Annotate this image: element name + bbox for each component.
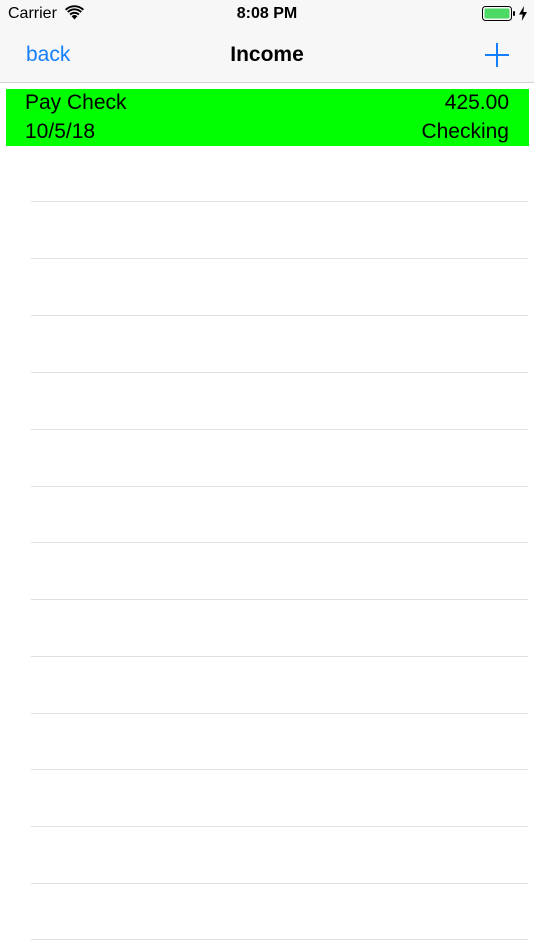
row-separator	[31, 315, 528, 316]
row-separator	[31, 372, 528, 373]
row-separator	[31, 201, 528, 202]
page-title: Income	[230, 43, 304, 66]
table-row[interactable]: Pay Check 425.00 10/5/18 Checking	[6, 89, 529, 146]
status-bar: Carrier 8:08 PM	[0, 0, 534, 27]
row-separator	[31, 542, 528, 543]
plus-icon[interactable]	[484, 42, 510, 68]
row-separator	[31, 656, 528, 657]
battery-icon	[482, 6, 515, 21]
income-amount: 425.00	[444, 91, 509, 114]
row-separator	[31, 826, 528, 827]
row-separator	[31, 939, 528, 940]
charging-icon	[519, 6, 527, 21]
row-separator	[31, 769, 528, 770]
income-date: 10/5/18	[25, 120, 96, 143]
row-separator	[31, 599, 528, 600]
row-separator	[31, 486, 528, 487]
row-separator	[31, 429, 528, 430]
income-title: Pay Check	[25, 91, 127, 114]
navigation-bar: back Income	[0, 27, 534, 83]
row-separator	[31, 883, 528, 884]
row-separator	[31, 258, 528, 259]
row-separator	[31, 713, 528, 714]
income-account: Checking	[421, 120, 509, 143]
status-time: 8:08 PM	[236, 5, 298, 22]
income-table[interactable]: Pay Check 425.00 10/5/18 Checking	[0, 83, 534, 950]
